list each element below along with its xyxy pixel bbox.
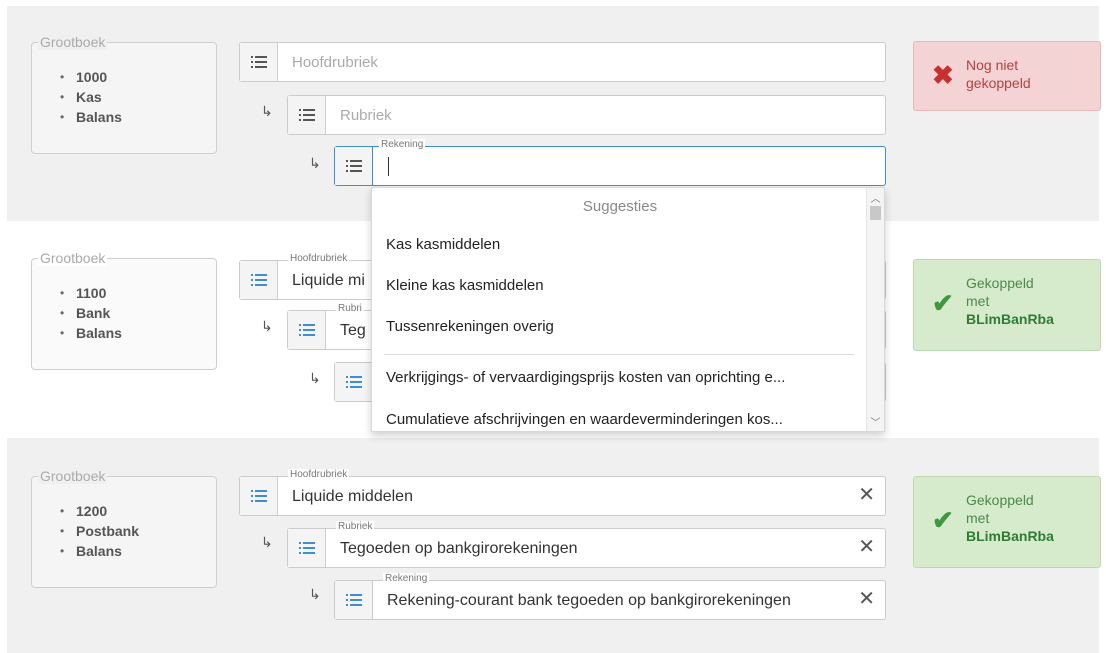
ledger-name: Postbank: [60, 521, 139, 541]
rekening-input[interactable]: [372, 147, 885, 185]
ledger-details: 1000 Kas Balans: [60, 67, 122, 127]
ledger-name: Kas: [60, 87, 122, 107]
suggestion-item[interactable]: Tussenrekeningen overig: [386, 318, 856, 335]
ledger-box: Grootboek 1000 Kas Balans: [31, 34, 217, 154]
hoofdrubriek-placeholder: Hoofdrubriek: [292, 54, 378, 71]
status-line: met: [966, 510, 990, 526]
ledger-type: Balans: [60, 323, 122, 343]
scroll-up-icon[interactable]: ︿: [867, 190, 884, 205]
hoofdrubriek-label: Hoofdrubriek: [288, 469, 350, 481]
list-button[interactable]: [288, 529, 326, 567]
list-icon: [251, 273, 267, 287]
list-icon: [251, 55, 267, 69]
subitem-arrow-icon: ↳: [309, 155, 321, 171]
suggestion-item[interactable]: Kas kasmiddelen: [386, 236, 856, 253]
check-icon: ✔: [932, 505, 954, 535]
subitem-arrow-icon: ↳: [261, 318, 273, 334]
hoofdrubriek-field[interactable]: Hoofdrubriek Liquide middelen ✕: [239, 469, 886, 516]
subitem-arrow-icon: ↳: [309, 370, 321, 386]
divider: [384, 354, 854, 355]
list-button[interactable]: [335, 581, 373, 619]
ledger-number: 1200: [60, 501, 139, 521]
hoofdrubriek-value: Liquide mi: [292, 272, 365, 289]
ledger-name: Bank: [60, 303, 122, 323]
rubriek-value: Tegoeden op bankgirorekeningen: [340, 540, 578, 557]
status-line: Gekoppeld: [966, 275, 1034, 291]
clear-icon[interactable]: ✕: [858, 537, 875, 557]
scrollbar[interactable]: ︿ ﹀: [866, 188, 884, 431]
list-button[interactable]: [288, 96, 326, 134]
rekening-value: Rekening-courant bank tegoeden op bankgi…: [387, 592, 791, 609]
hoofdrubriek-label: Hoofdrubriek: [288, 253, 350, 265]
status-badge: ✖ Nog niet gekoppeld: [913, 41, 1101, 111]
suggestions-dropdown[interactable]: Suggesties Kas kasmiddelen Kleine kas ka…: [371, 187, 885, 432]
status-line: Nog niet: [966, 57, 1019, 73]
suggestions-header: Suggesties: [582, 198, 658, 215]
ledger-type: Balans: [60, 541, 139, 561]
list-button[interactable]: [335, 363, 373, 401]
status-badge: ✔ Gekoppeld met BLimBanRba: [913, 259, 1101, 351]
rubriek-placeholder: Rubriek: [340, 107, 392, 124]
clear-icon[interactable]: ✕: [858, 589, 875, 609]
list-button[interactable]: [240, 261, 278, 299]
status-line: Gekoppeld: [966, 492, 1034, 508]
ledger-number: 1000: [60, 67, 122, 87]
list-icon: [251, 489, 267, 503]
scrollbar-thumb[interactable]: [870, 206, 881, 220]
list-button[interactable]: [240, 43, 278, 81]
status-text: Nog niet gekoppeld: [966, 56, 1031, 92]
list-icon: [346, 159, 362, 173]
hoofdrubriek-field[interactable]: Hoofdrubriek: [239, 42, 886, 82]
ledger-row-1200: Grootboek 1200 Postbank Balans Hoofdrubr…: [7, 438, 1101, 653]
hoofdrubriek-value: Liquide middelen: [292, 488, 413, 505]
subitem-arrow-icon: ↳: [261, 103, 273, 119]
scroll-down-icon[interactable]: ﹀: [867, 414, 884, 429]
cross-icon: ✖: [932, 60, 954, 90]
ledger-number: 1100: [60, 283, 122, 303]
ledger-title: Grootboek: [38, 34, 108, 50]
check-icon: ✔: [932, 288, 954, 318]
clear-icon[interactable]: ✕: [858, 485, 875, 505]
ledger-box: Grootboek 1100 Bank Balans: [31, 250, 217, 370]
rubriek-field[interactable]: Rubriek: [287, 95, 886, 135]
ledger-type: Balans: [60, 107, 122, 127]
list-icon: [299, 108, 315, 122]
subitem-arrow-icon: ↳: [309, 586, 321, 602]
suggestion-item[interactable]: Kleine kas kasmiddelen: [386, 277, 856, 294]
status-line: met: [966, 293, 990, 309]
list-button[interactable]: [288, 311, 326, 349]
list-icon: [346, 593, 362, 607]
rekening-field[interactable]: Rekening Rekening-courant bank tegoeden …: [334, 573, 886, 620]
status-text: Gekoppeld met BLimBanRba: [966, 491, 1054, 545]
status-text: Gekoppeld met BLimBanRba: [966, 274, 1054, 328]
suggestion-item[interactable]: Cumulatieve afschrijvingen en waardeverm…: [386, 411, 856, 428]
ledger-details: 1100 Bank Balans: [60, 283, 122, 343]
status-code: BLimBanRba: [966, 311, 1054, 327]
list-button[interactable]: [335, 147, 373, 185]
rekening-label: Rekening: [383, 573, 430, 585]
list-icon: [299, 541, 315, 555]
ledger-details: 1200 Postbank Balans: [60, 501, 139, 561]
ledger-box: Grootboek 1200 Postbank Balans: [31, 468, 217, 588]
rubriek-value: Teg: [340, 322, 366, 339]
text-cursor: [388, 157, 389, 176]
suggestion-item[interactable]: Verkrijgings- of vervaardigingsprijs kos…: [386, 369, 856, 386]
rubriek-label: Rubri: [336, 303, 364, 315]
list-button[interactable]: [240, 477, 278, 515]
status-line: gekoppeld: [966, 75, 1031, 91]
status-code: BLimBanRba: [966, 528, 1054, 544]
ledger-title: Grootboek: [38, 250, 108, 266]
subitem-arrow-icon: ↳: [261, 534, 273, 550]
status-badge: ✔ Gekoppeld met BLimBanRba: [913, 476, 1101, 568]
list-icon: [346, 375, 362, 389]
list-icon: [299, 323, 315, 337]
rubriek-field[interactable]: Rubriek Tegoeden op bankgirorekeningen ✕: [287, 521, 886, 568]
rubriek-label: Rubriek: [336, 521, 375, 533]
ledger-title: Grootboek: [38, 468, 108, 484]
rekening-field[interactable]: Rekening: [334, 139, 886, 186]
